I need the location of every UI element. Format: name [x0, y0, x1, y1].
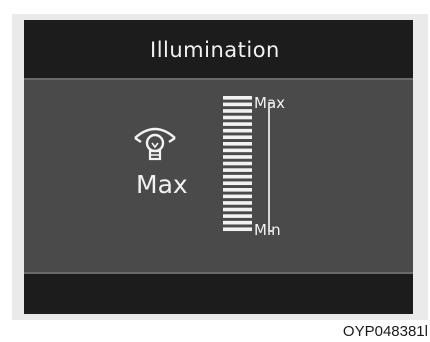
gauge-segment	[223, 148, 252, 153]
gauge-segment	[223, 161, 252, 166]
gauge-segment	[223, 201, 252, 205]
illumination-panel	[24, 78, 413, 274]
gauge-segment	[223, 115, 252, 120]
gauge-segment	[223, 142, 252, 146]
cluster-display: Illumination Max Max Min	[24, 20, 413, 314]
gauge-segment	[223, 181, 252, 186]
gauge-segment	[223, 220, 252, 225]
gauge-segment	[223, 168, 252, 172]
gauge-segment	[223, 214, 252, 218]
illumination-level-value: Max	[136, 170, 188, 199]
gauge-segment	[223, 109, 252, 113]
gauge-segment	[223, 207, 252, 212]
dashboard-illumination-bulb-icon	[134, 127, 176, 161]
gauge-segment	[223, 96, 252, 100]
gauge-segment	[223, 122, 252, 126]
figure-caption: OYP048381l	[342, 323, 428, 340]
gauge-segment	[223, 128, 252, 133]
gauge-segment	[223, 102, 252, 107]
illumination-level-gauge	[223, 96, 252, 232]
gauge-segment	[223, 188, 252, 192]
gauge-segment	[223, 174, 252, 179]
display-bottom-band	[24, 274, 413, 314]
gauge-segment	[223, 155, 252, 159]
gauge-segment	[223, 194, 252, 199]
gauge-bracket	[268, 102, 280, 232]
gauge-segment	[223, 135, 252, 140]
illumination-title: Illumination	[150, 38, 280, 62]
gauge-segment	[223, 227, 252, 232]
